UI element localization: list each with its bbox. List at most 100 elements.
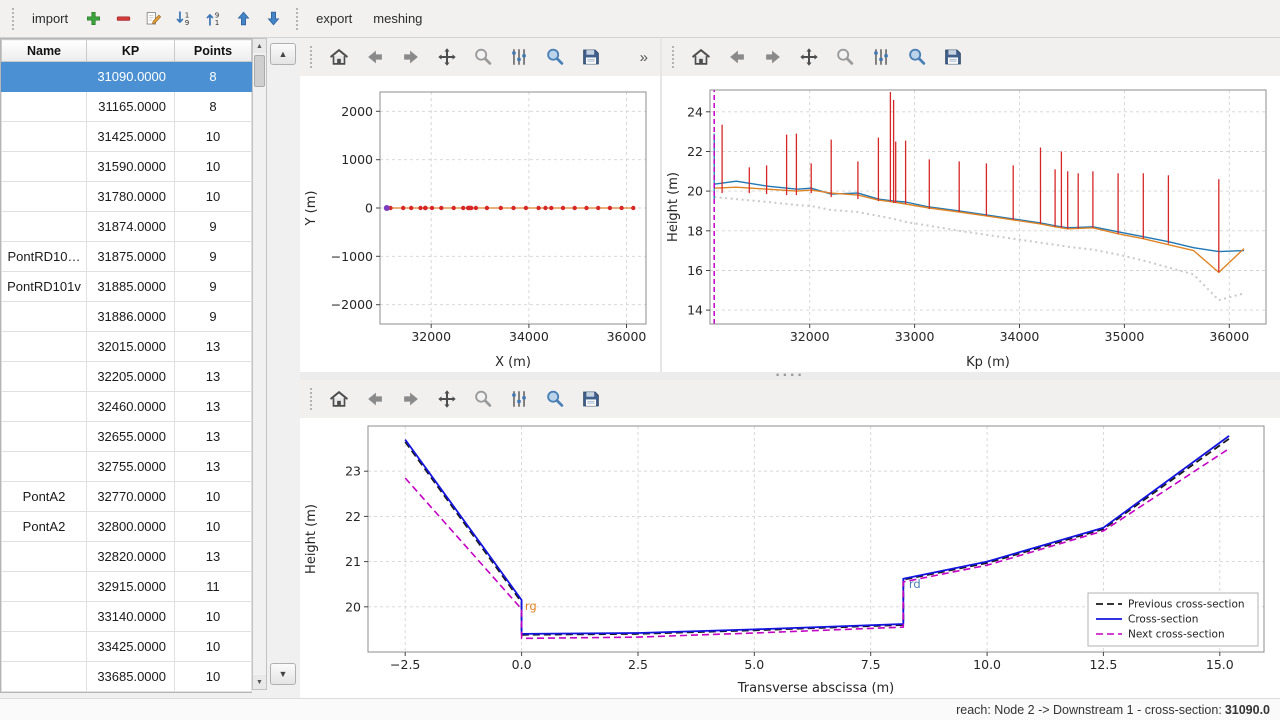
cell-kp[interactable]: 31165.0000 xyxy=(87,92,175,122)
cell-name[interactable] xyxy=(2,92,87,122)
sort-descending-button[interactable]: 91 xyxy=(200,5,227,32)
table-row[interactable]: 31886.00009 xyxy=(2,302,252,332)
cell-name[interactable] xyxy=(2,542,87,572)
table-row[interactable]: 32460.000013 xyxy=(2,392,252,422)
pan-button[interactable] xyxy=(793,42,824,73)
table-row[interactable]: 33140.000010 xyxy=(2,602,252,632)
table-row[interactable]: 33425.000010 xyxy=(2,632,252,662)
cell-points[interactable]: 8 xyxy=(175,62,252,92)
table-row[interactable]: PontA232770.000010 xyxy=(2,482,252,512)
cell-points[interactable]: 13 xyxy=(175,422,252,452)
home-button[interactable] xyxy=(323,384,354,415)
cross-section-chart[interactable]: −2.50.02.55.07.510.012.515.020212223Tran… xyxy=(300,418,1280,698)
table-row[interactable]: PontRD10…31875.00009 xyxy=(2,242,252,272)
cell-points[interactable]: 13 xyxy=(175,392,252,422)
save-button[interactable] xyxy=(937,42,968,73)
cell-kp[interactable]: 31090.0000 xyxy=(87,62,175,92)
cell-kp[interactable]: 31780.0000 xyxy=(87,182,175,212)
save-button[interactable] xyxy=(575,42,606,73)
cell-points[interactable]: 10 xyxy=(175,182,252,212)
cell-kp[interactable]: 31875.0000 xyxy=(87,242,175,272)
table-row[interactable]: 31590.000010 xyxy=(2,152,252,182)
table-row[interactable]: PontA232800.000010 xyxy=(2,512,252,542)
longitudinal-profile-chart[interactable]: 3200033000340003500036000141618202224Kp … xyxy=(662,76,1280,372)
zoom-button[interactable] xyxy=(467,42,498,73)
save-button[interactable] xyxy=(575,384,606,415)
scroll-down-button[interactable]: ▼ xyxy=(253,675,266,689)
cell-kp[interactable]: 32755.0000 xyxy=(87,452,175,482)
cell-kp[interactable]: 32800.0000 xyxy=(87,512,175,542)
customize-button[interactable] xyxy=(539,42,570,73)
cell-kp[interactable]: 33685.0000 xyxy=(87,662,175,692)
cell-kp[interactable]: 31885.0000 xyxy=(87,272,175,302)
cell-kp[interactable]: 31886.0000 xyxy=(87,302,175,332)
import-button[interactable]: import xyxy=(23,6,77,31)
cell-name[interactable] xyxy=(2,662,87,692)
cell-points[interactable]: 9 xyxy=(175,242,252,272)
customize-button[interactable] xyxy=(901,42,932,73)
column-header-kp[interactable]: KP xyxy=(87,40,175,62)
cell-name[interactable] xyxy=(2,62,87,92)
cell-name[interactable] xyxy=(2,392,87,422)
plan-view-chart[interactable]: 320003400036000−2000−1000010002000X (m)Y… xyxy=(300,76,660,372)
add-button[interactable] xyxy=(80,5,107,32)
cell-points[interactable]: 10 xyxy=(175,482,252,512)
table-row[interactable]: 32655.000013 xyxy=(2,422,252,452)
cell-name[interactable] xyxy=(2,362,87,392)
cell-name[interactable]: PontRD101v xyxy=(2,272,87,302)
cell-points[interactable]: 13 xyxy=(175,362,252,392)
table-row[interactable]: 32755.000013 xyxy=(2,452,252,482)
column-header-name[interactable]: Name xyxy=(2,40,87,62)
table-row[interactable]: 31090.00008 xyxy=(2,62,252,92)
forward-button[interactable] xyxy=(757,42,788,73)
cell-name[interactable] xyxy=(2,422,87,452)
cell-kp[interactable]: 31590.0000 xyxy=(87,152,175,182)
forward-button[interactable] xyxy=(395,384,426,415)
cell-points[interactable]: 9 xyxy=(175,302,252,332)
cell-name[interactable] xyxy=(2,332,87,362)
cell-name[interactable] xyxy=(2,452,87,482)
cell-kp[interactable]: 33140.0000 xyxy=(87,602,175,632)
move-up-button[interactable] xyxy=(230,5,257,32)
table-row[interactable]: 31874.00009 xyxy=(2,212,252,242)
cell-points[interactable]: 8 xyxy=(175,92,252,122)
back-button[interactable] xyxy=(359,384,390,415)
cell-name[interactable] xyxy=(2,122,87,152)
scroll-up-button[interactable]: ▲ xyxy=(253,39,266,53)
pan-button[interactable] xyxy=(431,384,462,415)
cell-points[interactable]: 13 xyxy=(175,332,252,362)
cell-name[interactable]: PontA2 xyxy=(2,512,87,542)
table-row[interactable]: 32205.000013 xyxy=(2,362,252,392)
remove-button[interactable] xyxy=(110,5,137,32)
cell-points[interactable]: 10 xyxy=(175,512,252,542)
table-row[interactable]: 31780.000010 xyxy=(2,182,252,212)
horizontal-splitter[interactable]: ···· xyxy=(300,372,1280,380)
back-button[interactable] xyxy=(359,42,390,73)
move-down-button[interactable] xyxy=(260,5,287,32)
cell-points[interactable]: 9 xyxy=(175,212,252,242)
pan-button[interactable] xyxy=(431,42,462,73)
cell-kp[interactable]: 31425.0000 xyxy=(87,122,175,152)
cell-points[interactable]: 13 xyxy=(175,542,252,572)
cell-name[interactable] xyxy=(2,182,87,212)
table-row[interactable]: PontRD101v31885.00009 xyxy=(2,272,252,302)
scroll-thumb[interactable] xyxy=(254,55,265,87)
table-row[interactable]: 32820.000013 xyxy=(2,542,252,572)
table-scrollbar[interactable]: ▲ ▼ xyxy=(252,38,267,690)
table-row[interactable]: 32015.000013 xyxy=(2,332,252,362)
meshing-button[interactable]: meshing xyxy=(364,6,431,31)
cell-kp[interactable]: 32015.0000 xyxy=(87,332,175,362)
export-button[interactable]: export xyxy=(307,6,361,31)
cell-name[interactable] xyxy=(2,302,87,332)
customize-button[interactable] xyxy=(539,384,570,415)
sort-ascending-button[interactable]: 19 xyxy=(170,5,197,32)
table-row[interactable]: 32915.000011 xyxy=(2,572,252,602)
cell-name[interactable] xyxy=(2,152,87,182)
cell-points[interactable]: 10 xyxy=(175,662,252,692)
cell-kp[interactable]: 32655.0000 xyxy=(87,422,175,452)
cell-points[interactable]: 10 xyxy=(175,632,252,662)
cell-name[interactable] xyxy=(2,212,87,242)
toolbar-overflow[interactable]: » xyxy=(640,49,648,66)
home-button[interactable] xyxy=(323,42,354,73)
table-row[interactable]: 31165.00008 xyxy=(2,92,252,122)
